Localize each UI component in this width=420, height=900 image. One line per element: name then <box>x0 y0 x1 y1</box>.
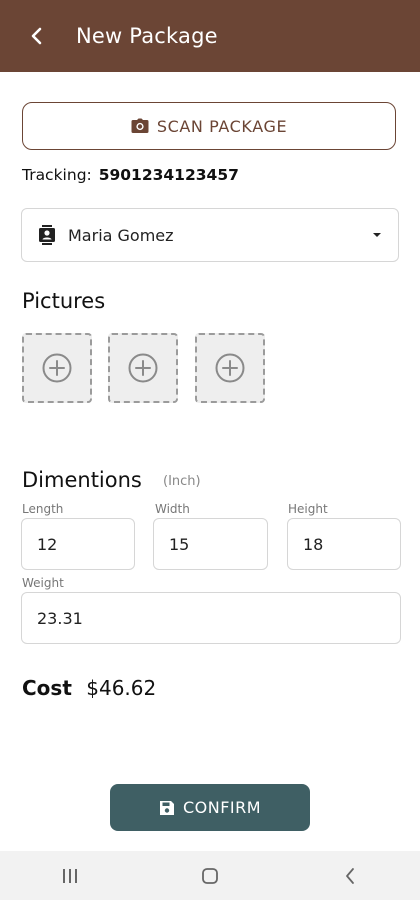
cost-value: $46.62 <box>86 676 157 700</box>
dimensions-units: (Inch) <box>163 474 201 489</box>
cost-label: Cost <box>22 676 72 700</box>
length-label: Length <box>22 502 64 516</box>
nav-home-button[interactable] <box>180 856 240 896</box>
length-field[interactable]: 12 <box>21 518 135 570</box>
chevron-left-icon <box>29 26 45 46</box>
width-value: 15 <box>169 534 190 554</box>
add-picture-slot-1[interactable] <box>22 333 92 403</box>
confirm-label: CONFIRM <box>182 798 262 817</box>
width-field[interactable]: 15 <box>153 518 268 570</box>
plus-circle-icon <box>127 352 159 384</box>
tracking-info: Tracking: 5901234123457 <box>22 166 239 184</box>
height-label: Height <box>288 502 328 516</box>
customer-select[interactable]: Maria Gomez <box>21 208 399 262</box>
tracking-label: Tracking: <box>22 166 92 184</box>
plus-circle-icon <box>41 352 73 384</box>
width-label: Width <box>155 502 190 516</box>
add-picture-slot-2[interactable] <box>108 333 178 403</box>
length-value: 12 <box>37 534 58 554</box>
pictures-title: Pictures <box>22 289 106 313</box>
height-field[interactable]: 18 <box>287 518 401 570</box>
contact-card-icon <box>38 225 56 245</box>
camera-icon <box>131 118 149 134</box>
customer-name: Maria Gomez <box>68 225 174 245</box>
weight-value: 23.31 <box>37 608 83 628</box>
home-icon <box>201 867 219 885</box>
new-package-screen: New Package SCAN PACKAGE Tracking: 59012… <box>0 0 420 900</box>
recents-icon <box>61 868 79 884</box>
scan-package-label: SCAN PACKAGE <box>156 116 288 136</box>
back-button[interactable] <box>20 19 54 53</box>
nav-recents-button[interactable] <box>40 856 100 896</box>
confirm-button[interactable]: CONFIRM <box>110 784 310 831</box>
save-icon <box>159 800 175 816</box>
height-value: 18 <box>303 534 324 554</box>
scan-package-button[interactable]: SCAN PACKAGE <box>22 102 396 150</box>
back-icon <box>344 867 356 885</box>
weight-label: Weight <box>22 576 64 590</box>
plus-circle-icon <box>214 352 246 384</box>
cost-summary: Cost $46.62 <box>22 676 156 700</box>
weight-field[interactable]: 23.31 <box>21 592 401 644</box>
dimensions-title: Dimentions <box>22 468 142 492</box>
page-title: New Package <box>76 24 218 48</box>
caret-down-icon <box>372 232 382 238</box>
tracking-number: 5901234123457 <box>98 166 239 184</box>
app-header: New Package <box>0 0 420 72</box>
add-picture-slot-3[interactable] <box>195 333 265 403</box>
system-nav-bar <box>0 851 420 900</box>
nav-back-button[interactable] <box>320 856 380 896</box>
